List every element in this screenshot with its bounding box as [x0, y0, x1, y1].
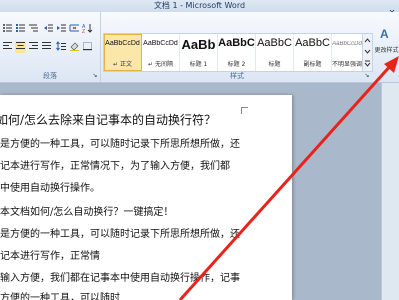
- red-arrow-annotation: [178, 56, 399, 300]
- arrow-shaft: [178, 62, 394, 300]
